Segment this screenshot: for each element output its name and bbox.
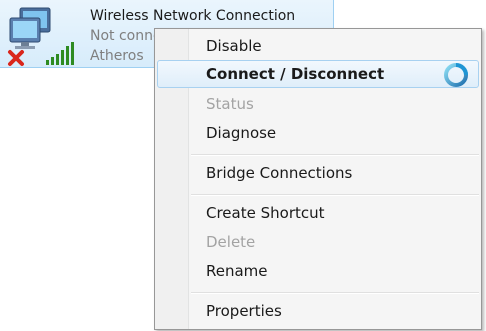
menu-item-label: Status [206,95,254,113]
menu-item-label: Disable [206,37,262,55]
menu-item-label: Connect / Disconnect [206,65,385,83]
menu-item-delete: Delete [157,228,479,256]
menu-separator [191,154,479,156]
signal-bars-icon [46,42,74,65]
menu-item-label: Rename [206,262,268,280]
context-menu: Disable Connect / Disconnect Status Diag… [154,28,482,330]
menu-item-label: Create Shortcut [206,204,325,222]
menu-separator [191,194,479,196]
red-x-icon [8,50,24,66]
menu-item-diagnose[interactable]: Diagnose [157,119,479,147]
menu-item-rename[interactable]: Rename [157,257,479,285]
menu-item-status: Status [157,90,479,118]
loading-spinner-icon [444,63,468,87]
connection-adapter: Atheros [90,48,144,64]
wireless-network-icon [8,7,74,66]
menu-item-label: Diagnose [206,124,277,142]
menu-item-disable[interactable]: Disable [157,32,479,60]
menu-item-connect-disconnect[interactable]: Connect / Disconnect [157,60,479,88]
menu-item-properties[interactable]: Properties [157,297,479,325]
menu-item-label: Delete [206,233,256,251]
connection-status: Not connected [90,28,156,44]
menu-item-label: Properties [206,302,282,320]
menu-item-label: Bridge Connections [206,164,353,182]
connection-name: Wireless Network Connection [90,8,296,24]
menu-item-bridge-connections[interactable]: Bridge Connections [157,159,479,187]
menu-separator [191,292,479,294]
menu-item-create-shortcut[interactable]: Create Shortcut [157,199,479,227]
